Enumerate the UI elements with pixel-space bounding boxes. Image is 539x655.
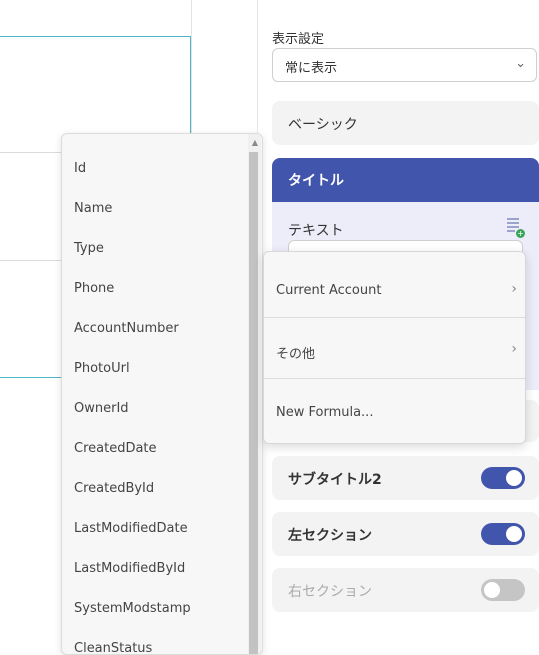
left-section-label: 左セクション <box>288 528 372 544</box>
menu-item-label: New Formula... <box>276 405 374 420</box>
field-list-scrollbar[interactable]: ▲ <box>248 134 261 654</box>
chevron-right-icon: › <box>511 281 517 297</box>
section-title-label: タイトル <box>288 173 344 189</box>
scrollbar-thumb[interactable] <box>249 152 258 654</box>
section-basic-label: ベーシック <box>288 117 358 133</box>
field-option[interactable]: SystemModstamp <box>74 601 191 616</box>
field-option[interactable]: Type <box>74 241 104 256</box>
subtitle2-label: サブタイトル2 <box>288 472 382 488</box>
right-section-label: 右セクション <box>288 584 372 600</box>
menu-item-other[interactable]: その他 › <box>264 317 525 377</box>
display-setting-value: 常に表示 <box>285 61 338 76</box>
menu-item-new-formula[interactable]: New Formula... <box>264 379 525 439</box>
add-formula-icon[interactable]: + <box>507 218 525 238</box>
field-option[interactable]: CleanStatus <box>74 641 152 654</box>
field-option[interactable]: CreatedById <box>74 481 154 496</box>
field-dropdown: Id Name Type Phone AccountNumber PhotoUr… <box>61 133 263 655</box>
left-section-toggle[interactable] <box>481 523 525 545</box>
field-option[interactable]: PhotoUrl <box>74 361 130 376</box>
menu-item-label: Current Account <box>276 283 382 298</box>
display-setting-select[interactable]: 常に表示 ⌄ <box>272 48 537 82</box>
formula-menu: Current Account › その他 › New Formula... <box>263 251 526 444</box>
section-title-header[interactable]: タイトル <box>272 158 539 202</box>
menu-item-current-account[interactable]: Current Account › <box>264 257 525 317</box>
field-option[interactable]: Id <box>74 161 86 176</box>
chevron-down-icon: ⌄ <box>515 56 526 71</box>
section-left: 左セクション <box>272 512 539 556</box>
subtitle2-toggle[interactable] <box>481 467 525 489</box>
field-option[interactable]: AccountNumber <box>74 321 179 336</box>
field-option[interactable]: LastModifiedDate <box>74 521 188 536</box>
section-basic[interactable]: ベーシック <box>272 101 539 145</box>
scroll-up-arrow-icon[interactable]: ▲ <box>252 138 258 147</box>
field-option[interactable]: Phone <box>74 281 114 296</box>
text-field-label: テキスト <box>288 223 344 239</box>
menu-item-label: その他 <box>276 347 316 362</box>
field-option[interactable]: LastModifiedById <box>74 561 185 576</box>
chevron-right-icon: › <box>511 341 517 357</box>
right-section-toggle[interactable] <box>481 579 525 601</box>
panel-header-clipped <box>282 0 537 5</box>
field-option[interactable]: Name <box>74 201 112 216</box>
field-option[interactable]: OwnerId <box>74 401 129 416</box>
section-right: 右セクション <box>272 568 539 612</box>
section-subtitle2: サブタイトル2 <box>272 456 539 500</box>
field-option[interactable]: CreatedDate <box>74 441 157 456</box>
display-setting-label: 表示設定 <box>272 32 325 47</box>
